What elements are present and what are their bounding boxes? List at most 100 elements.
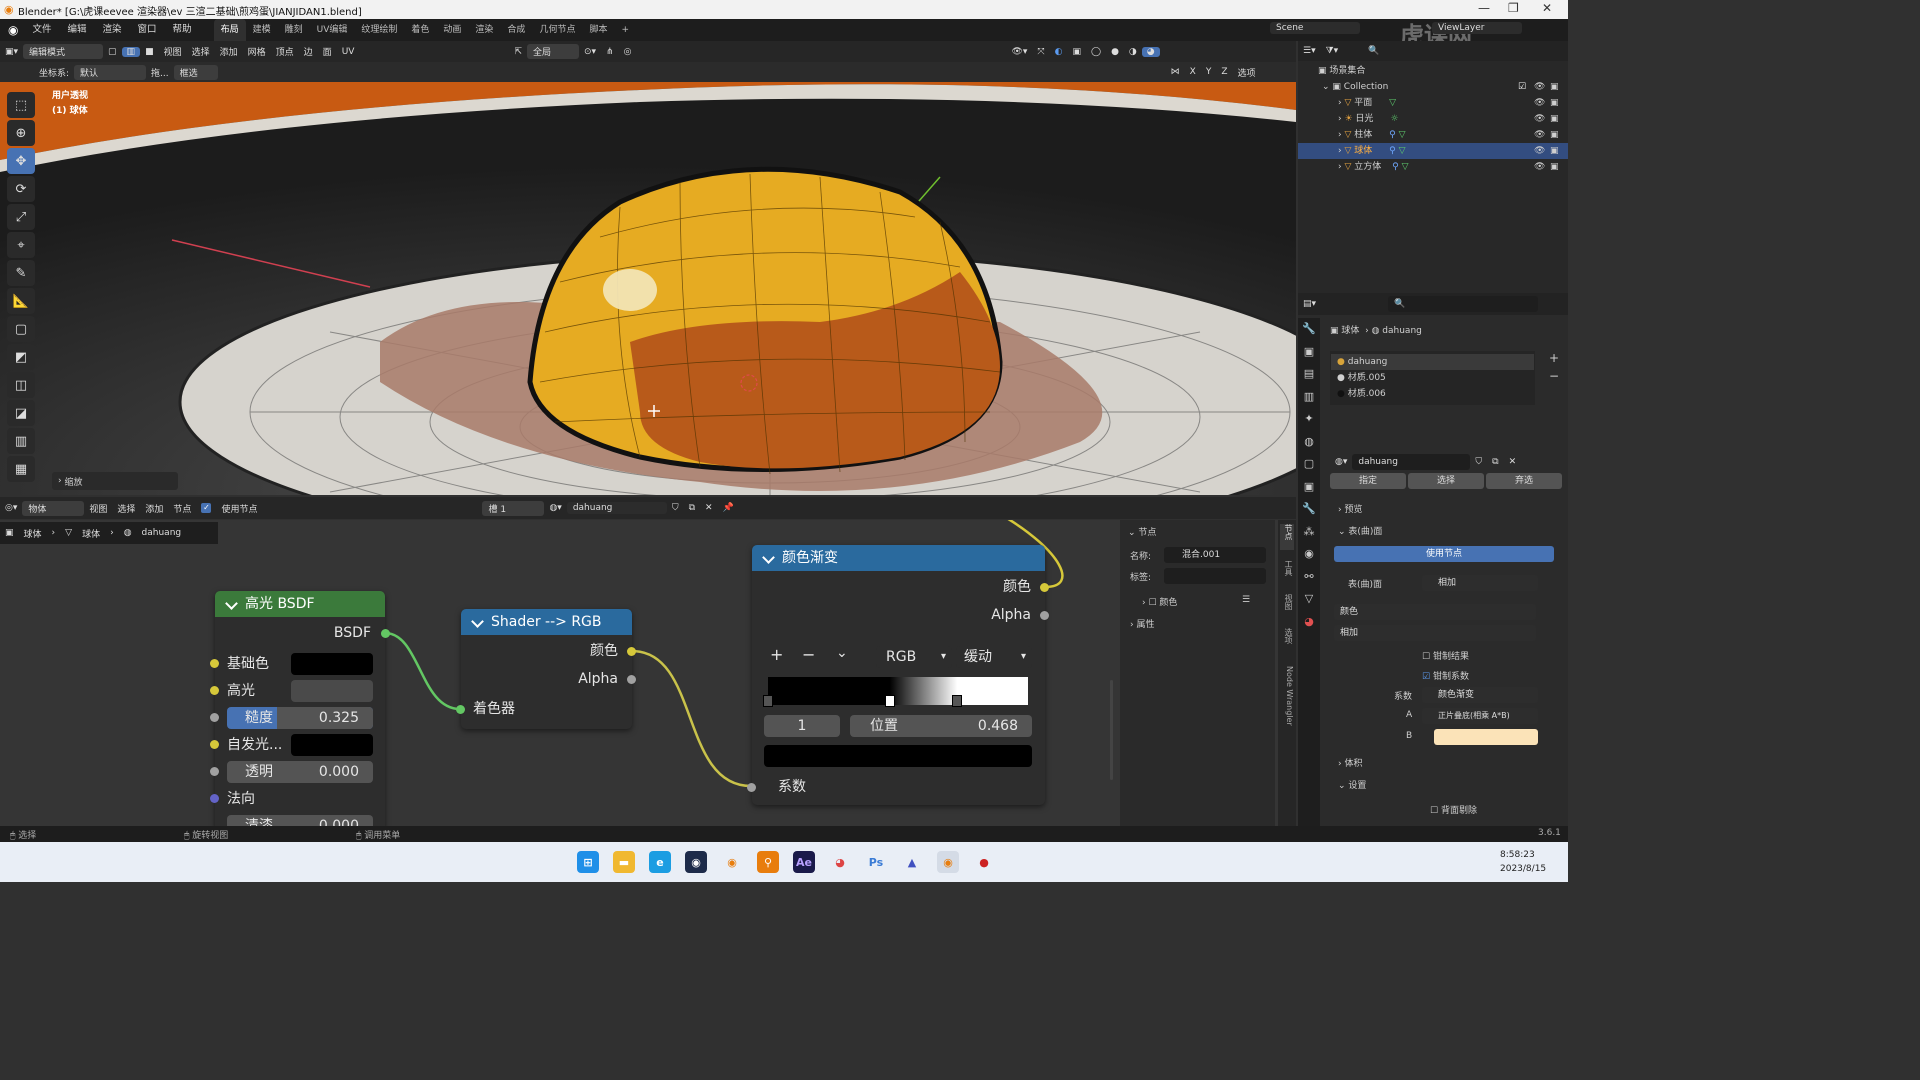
ramp-alpha-output-socket[interactable]: [1040, 611, 1049, 620]
edge-browser-icon[interactable]: e: [649, 851, 671, 873]
mirror-y[interactable]: Y: [1201, 67, 1217, 77]
clamp-result-checkbox[interactable]: ☐ 钳制结果: [1422, 649, 1469, 662]
annotate-icon[interactable]: ✎: [7, 260, 35, 286]
scene-tab-icon[interactable]: ✦: [1298, 408, 1320, 431]
eye-icon[interactable]: 👁: [1534, 127, 1545, 143]
stop-color-swatch[interactable]: [764, 745, 1032, 767]
eye-icon[interactable]: 👁: [1534, 159, 1545, 175]
blender-taskbar-icon[interactable]: ◉: [721, 851, 743, 873]
bevel-icon[interactable]: ◪: [7, 400, 35, 426]
object-tab-icon[interactable]: ▣: [1298, 476, 1320, 499]
ramp-stop-handle[interactable]: [763, 695, 773, 707]
windows-start-icon[interactable]: ⊞: [577, 851, 599, 873]
mirror-z[interactable]: Z: [1216, 67, 1232, 77]
slot-dropdown[interactable]: 槽 1: [482, 500, 545, 516]
bsdf-output-socket[interactable]: [381, 629, 390, 638]
tab-rendering[interactable]: 渲染: [468, 19, 500, 41]
after-effects-icon[interactable]: Ae: [793, 851, 815, 873]
maximize-icon[interactable]: ❐: [1508, 1, 1519, 15]
outliner-editor-type-icon[interactable]: ☰▾: [1298, 46, 1321, 56]
scale-icon[interactable]: ⤢: [7, 204, 35, 230]
add-stop-icon[interactable]: +: [770, 645, 783, 664]
emission-swatch[interactable]: [291, 734, 373, 756]
roughness-socket[interactable]: [210, 713, 219, 722]
base-color-socket[interactable]: [210, 659, 219, 668]
3d-viewport[interactable]: 用户透视 (1) 球体 › 缩放: [0, 82, 1296, 495]
menu-vertex[interactable]: 顶点: [271, 45, 299, 58]
move-icon[interactable]: ✥: [7, 148, 35, 174]
material-name-field[interactable]: dahuang: [566, 502, 667, 514]
clearcoat-slider[interactable]: 清漆 0.000: [227, 815, 373, 826]
node-label-field[interactable]: [1164, 568, 1266, 584]
menu-edit[interactable]: 编辑: [60, 19, 95, 41]
menu-render[interactable]: 渲染: [95, 19, 130, 41]
object-type-dropdown[interactable]: 物体: [22, 500, 85, 516]
blend-mode-dropdown[interactable]: 相加: [1334, 625, 1536, 641]
menu-edge[interactable]: 边: [299, 45, 318, 58]
tab-modeling[interactable]: 建模: [246, 19, 278, 41]
snap-icon[interactable]: ⋔: [601, 47, 619, 57]
camera-icon[interactable]: ▣: [1550, 127, 1559, 143]
modifier-tab-icon[interactable]: 🔧: [1298, 498, 1320, 521]
properties-search-icon[interactable]: 🔍: [1388, 296, 1538, 312]
render-tab-icon[interactable]: ▣: [1298, 341, 1320, 364]
remove-slot-icon[interactable]: −: [1549, 369, 1559, 383]
camera-icon[interactable]: ▣: [1550, 143, 1559, 159]
emission-socket[interactable]: [210, 740, 219, 749]
breadcrumb-object[interactable]: 球体: [19, 527, 47, 540]
collection-tab-icon[interactable]: ▢: [1298, 453, 1320, 476]
menu-uv[interactable]: UV: [337, 47, 360, 57]
material-slot-item[interactable]: ● 材质.006: [1331, 386, 1534, 402]
app-icon[interactable]: ◉: [685, 851, 707, 873]
chrome-icon[interactable]: ◕: [829, 851, 851, 873]
transparency-slider[interactable]: 透明 0.000: [227, 761, 373, 783]
photoshop-icon[interactable]: Ps: [865, 851, 887, 873]
eye-icon[interactable]: 👁: [1534, 111, 1545, 127]
constraints-tab-icon[interactable]: ⚯: [1298, 566, 1320, 589]
output-tab-icon[interactable]: ▤: [1298, 363, 1320, 386]
camera-icon[interactable]: ▣: [1550, 159, 1559, 175]
select-mode-edge-icon[interactable]: ▥: [121, 46, 141, 57]
select-button[interactable]: 选择: [1408, 473, 1484, 489]
proportional-icon[interactable]: ◎: [619, 47, 637, 57]
outliner-item-cylinder[interactable]: › ▽ 柱体 ⚲ ▽ 👁 ▣: [1298, 127, 1568, 143]
ramp-color-output-socket[interactable]: [1040, 583, 1049, 592]
fake-user-icon[interactable]: ⛉: [667, 503, 684, 513]
material-datablock-field[interactable]: dahuang: [1352, 454, 1471, 470]
visibility-icon[interactable]: 👁▾: [1006, 47, 1032, 57]
section-preview-header[interactable]: › 预览: [1338, 502, 1362, 515]
node-menu-node[interactable]: 节点: [168, 502, 196, 515]
add-slot-icon[interactable]: +: [1549, 351, 1559, 365]
file-explorer-icon[interactable]: ▬: [613, 851, 635, 873]
options-dropdown[interactable]: 选项: [1232, 66, 1260, 79]
node-editor-canvas[interactable]: ▣ 球体 › ▽ 球体 › ◍ dahuang 高光 BSDF BSDF 基础色…: [0, 520, 1296, 826]
menu-face[interactable]: 面: [318, 45, 337, 58]
s2rgb-shader-input-socket[interactable]: [456, 705, 465, 714]
outliner-filter-icon[interactable]: ⧩▾: [1321, 46, 1344, 56]
scene-selector[interactable]: Scene: [1270, 22, 1360, 34]
outliner-search-icon[interactable]: 🔍: [1363, 46, 1384, 56]
measure-icon[interactable]: 📐: [7, 288, 35, 314]
transparency-socket[interactable]: [210, 767, 219, 776]
tab-geometry-nodes[interactable]: 几何节点: [532, 19, 582, 41]
view-layer-tab-icon[interactable]: ▥: [1298, 386, 1320, 409]
outliner-scene-collection[interactable]: ▣ 场景集合: [1298, 63, 1568, 79]
node-editor-type-icon[interactable]: ◎▾: [0, 503, 22, 513]
unlink-material-icon[interactable]: ✕: [1504, 457, 1522, 467]
transform-orientation-dropdown[interactable]: 全局: [526, 44, 579, 59]
b-color-swatch[interactable]: [1434, 729, 1538, 745]
tab-sculpting[interactable]: 雕刻: [278, 19, 310, 41]
outliner-item-cube[interactable]: › ▽ 立方体 ⚲ ▽ 👁 ▣: [1298, 159, 1568, 175]
node-menu-view[interactable]: 视图: [84, 502, 112, 515]
outliner-item-sun[interactable]: › ☀ 日光 ☼ 👁 ▣: [1298, 111, 1568, 127]
backface-culling-checkbox[interactable]: ☐ 背面剔除: [1430, 803, 1477, 816]
data-tab-icon[interactable]: ▽: [1298, 588, 1320, 611]
loop-cut-icon[interactable]: ▥: [7, 428, 35, 454]
record-app-icon[interactable]: ●: [973, 851, 995, 873]
breadcrumb-material[interactable]: dahuang: [137, 528, 187, 538]
section-volume-header[interactable]: › 体积: [1338, 756, 1362, 769]
tab-options[interactable]: 选项: [1280, 628, 1294, 654]
tab-node[interactable]: 节点: [1280, 524, 1294, 550]
add-cube-icon[interactable]: ▢: [7, 316, 35, 342]
material-slot-item[interactable]: ● dahuang: [1331, 354, 1534, 370]
